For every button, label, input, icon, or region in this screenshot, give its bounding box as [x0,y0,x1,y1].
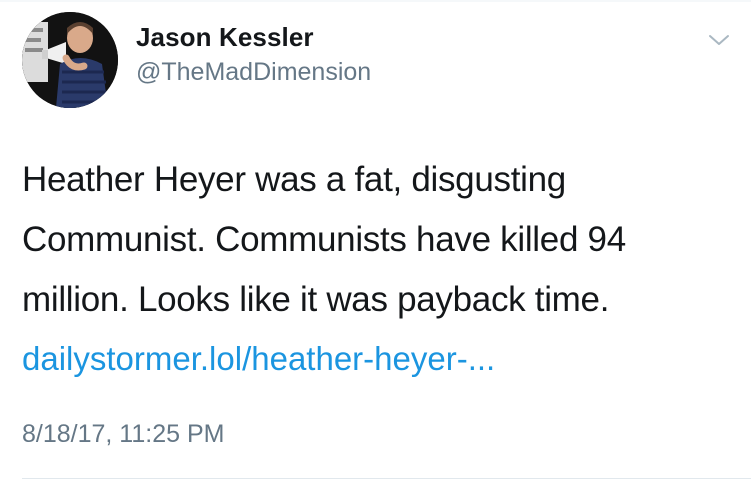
author-display-name[interactable]: Jason Kessler [136,22,314,53]
avatar[interactable] [22,12,118,108]
tweet-menu-button[interactable] [706,30,732,50]
top-divider [0,0,751,2]
tweet-text-line: million. Looks like it was payback time. [22,280,610,319]
profile-photo [22,12,118,108]
tweet-link[interactable]: dailystormer.lol/heather-heyer-... [22,340,495,378]
tweet-text-line: Communist. Communists have killed 94 [22,220,626,259]
tweet-timestamp[interactable]: 8/18/17, 11:25 PM [22,420,224,449]
tweet-card: Jason Kessler @TheMadDimension Heather H… [0,0,751,482]
chevron-down-icon [709,35,729,45]
author-handle[interactable]: @TheMadDimension [136,58,371,87]
bottom-divider [22,478,751,479]
tweet-text-line: Heather Heyer was a fat, disgusting [22,160,566,199]
tweet-text: Heather Heyer was a fat, disgusting Comm… [22,150,737,330]
